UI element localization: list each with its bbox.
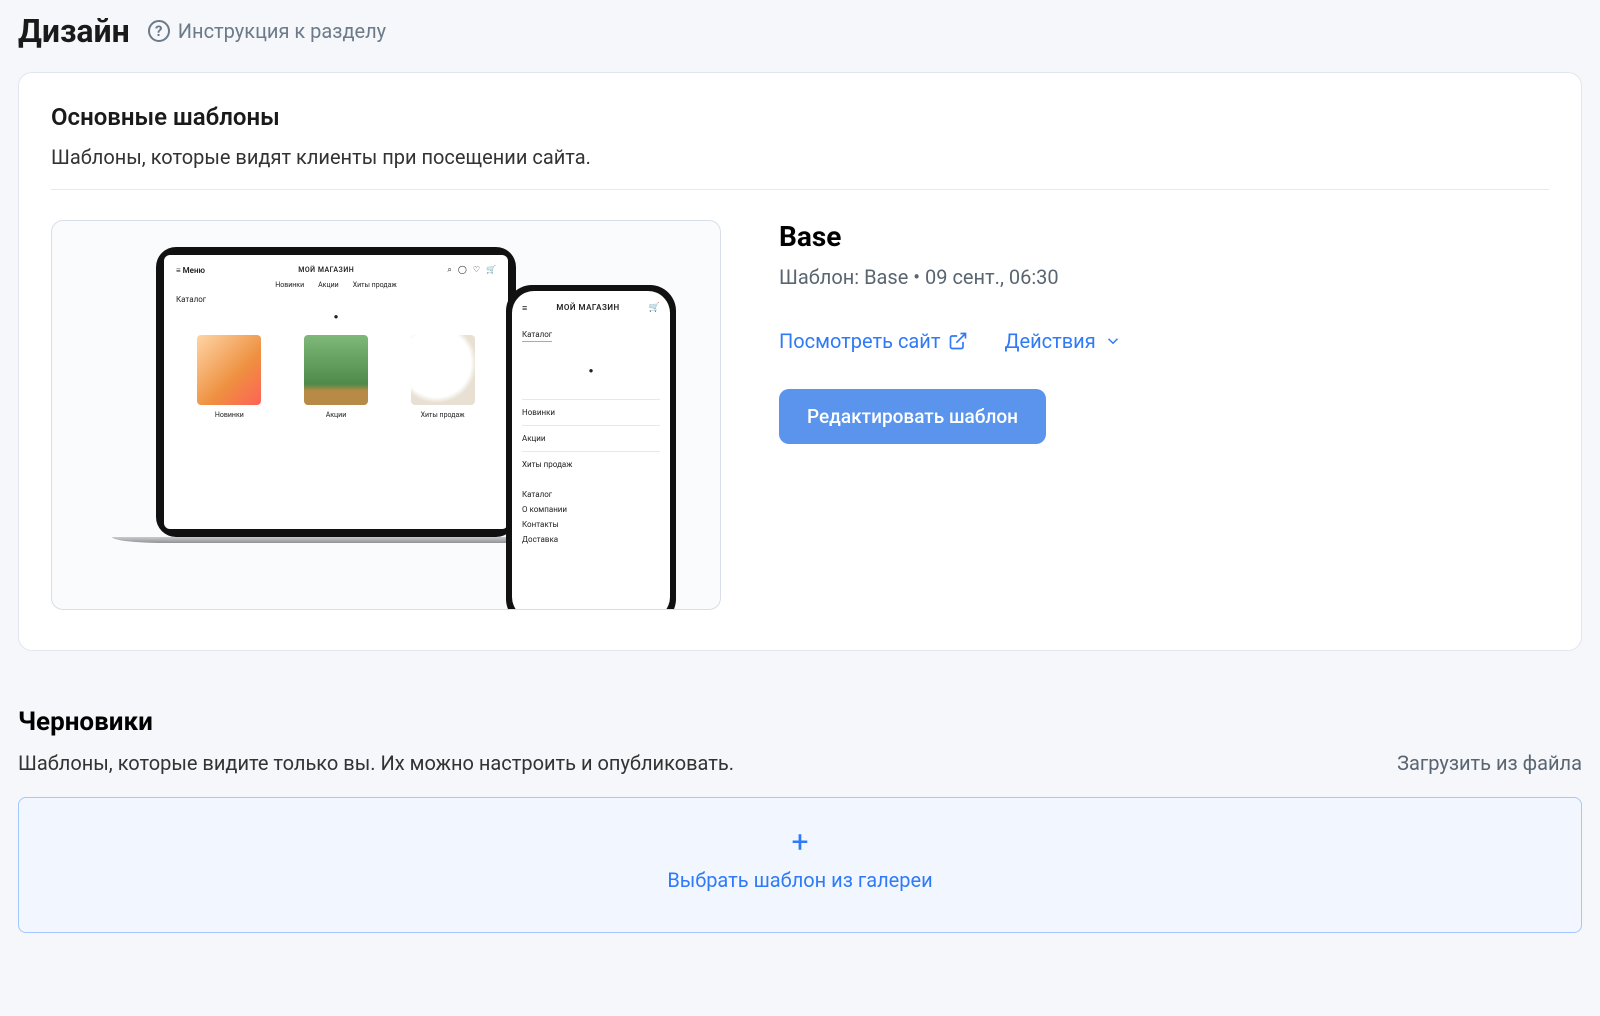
product-label: Акции [326, 411, 347, 419]
phone-catalog-tab: Каталог [522, 330, 552, 342]
phone-footer-link: Доставка [522, 532, 660, 547]
phone-brand: МОЙ МАГАЗИН [556, 303, 619, 314]
phone-list-item: Хиты продаж [522, 451, 660, 477]
actions-label: Действия [1004, 329, 1095, 353]
phone-list-item: Акции [522, 425, 660, 451]
external-link-icon [948, 331, 968, 351]
help-link[interactable]: ? Инструкция к разделу [148, 19, 386, 43]
drafts-title: Черновики [18, 707, 1582, 737]
preview-brand: МОЙ МАГАЗИН [298, 266, 354, 274]
template-meta: Шаблон: Base • 09 сент., 06:30 [779, 265, 1122, 289]
preview-toolbar-icons: ⌕ ◯ ♡ 🛒 [447, 265, 496, 275]
phone-list-item: Новинки [522, 399, 660, 425]
main-section-title: Основные шаблоны [51, 103, 1549, 131]
heart-icon: ♡ [473, 265, 480, 275]
main-templates-card: Основные шаблоны Шаблоны, которые видят … [18, 72, 1582, 651]
actions-dropdown[interactable]: Действия [1004, 329, 1121, 353]
product-label: Новинки [215, 411, 244, 419]
gallery-picker-label: Выбрать шаблон из галереи [19, 868, 1581, 892]
menu-icon: ≡ [522, 303, 527, 314]
template-info: Base Шаблон: Base • 09 сент., 06:30 Посм… [779, 220, 1122, 610]
template-preview[interactable]: ≡ Меню МОЙ МАГАЗИН ⌕ ◯ ♡ 🛒 Новинки А [51, 220, 721, 610]
page-title: Дизайн [18, 12, 130, 50]
product-placeholder-icon [411, 335, 475, 405]
preview-menu-label: ≡ Меню [176, 266, 205, 275]
phone-footer-link: Каталог [522, 487, 660, 502]
cart-icon: 🛒 [649, 303, 660, 314]
edit-template-button[interactable]: Редактировать шаблон [779, 389, 1046, 444]
cart-icon: 🛒 [486, 265, 496, 275]
search-icon: ⌕ [447, 265, 451, 275]
upload-from-file-link[interactable]: Загрузить из файла [1397, 751, 1582, 775]
preview-tab: Новинки [275, 281, 304, 289]
product-placeholder-icon [304, 335, 368, 405]
help-icon: ? [148, 20, 170, 42]
product-placeholder-icon [197, 335, 261, 405]
preview-tab: Хиты продаж [353, 281, 397, 289]
chevron-down-icon [1104, 332, 1122, 350]
plus-icon: + [19, 828, 1581, 858]
help-link-label: Инструкция к разделу [178, 19, 386, 43]
preview-tab: Акции [318, 281, 339, 289]
preview-site-link-label: Посмотреть сайт [779, 329, 940, 353]
dot-icon: ● [522, 366, 660, 375]
template-name: Base [779, 220, 1122, 253]
template-row: ≡ Меню МОЙ МАГАЗИН ⌕ ◯ ♡ 🛒 Новинки А [51, 190, 1549, 610]
main-section-desc: Шаблоны, которые видят клиенты при посещ… [51, 145, 1549, 169]
upload-link-label: Загрузить из файла [1397, 751, 1582, 775]
phone-mock: ≡ МОЙ МАГАЗИН 🛒 Каталог ● Новинки Акции … [506, 285, 676, 610]
product-label: Хиты продаж [421, 411, 465, 419]
phone-footer-link: О компании [522, 502, 660, 517]
phone-footer-link: Контакты [522, 517, 660, 532]
gallery-picker-button[interactable]: + Выбрать шаблон из галереи [18, 797, 1582, 933]
page-header: Дизайн ? Инструкция к разделу [18, 0, 1582, 72]
preview-site-link[interactable]: Посмотреть сайт [779, 329, 968, 353]
drafts-desc: Шаблоны, которые видите только вы. Их мо… [18, 751, 734, 775]
user-icon: ◯ [458, 265, 467, 275]
edit-template-button-label: Редактировать шаблон [807, 405, 1018, 428]
preview-side-label: Каталог [176, 295, 496, 304]
dot-icon: ● [176, 312, 496, 321]
laptop-mock: ≡ Меню МОЙ МАГАЗИН ⌕ ◯ ♡ 🛒 Новинки А [156, 247, 562, 543]
laptop-base [112, 537, 562, 543]
